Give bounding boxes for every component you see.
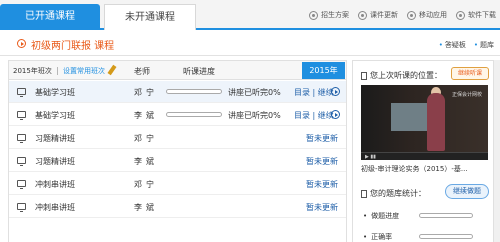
monitor-icon — [17, 134, 26, 143]
set-common-class-link[interactable]: 设置常用班次 — [63, 66, 105, 76]
continue-listening-button[interactable]: 继续听课 — [451, 67, 489, 80]
year-tag[interactable]: 2015年 — [302, 62, 345, 79]
right-panel: 您上次听课的位置： 继续听课 正保会计网校 ▶ ▮▮ 初级-审计理论实务（201… — [352, 60, 494, 242]
teacher-name: 邓宁 — [134, 88, 158, 97]
course-links: • 答疑板 • 题库 — [439, 40, 494, 50]
status-not-updated: 暂未更新 — [306, 203, 338, 212]
teacher-name: 邓宁 — [134, 180, 158, 189]
pencil-icon[interactable] — [107, 64, 117, 76]
col-progress: 听课进度 — [183, 67, 215, 76]
table-row[interactable]: 冲刺串讲班 邓宁 暂未更新 — [9, 173, 346, 195]
top-link-mobile[interactable]: 移动应用 — [407, 10, 447, 20]
col-class: 2015年班次 — [13, 67, 52, 75]
class-name: 冲刺串讲班 — [35, 203, 75, 212]
document-icon — [361, 71, 367, 80]
monitor-icon — [17, 88, 26, 97]
top-link-update[interactable]: 课件更新 — [358, 10, 398, 20]
monitor-icon — [17, 180, 26, 189]
teacher-name: 李斌 — [134, 111, 158, 120]
top-tab-bar: 已开通课程 未开通课程 招生方案 课件更新 移动应用 软件下载 — [0, 0, 500, 30]
table-row[interactable]: 冲刺串讲班 李斌 暂未更新 — [9, 196, 346, 218]
arrow-circle-icon — [17, 39, 26, 48]
teacher-name: 李斌 — [134, 203, 158, 212]
table-row[interactable]: 习题精讲班 邓宁 暂未更新 — [9, 127, 346, 149]
download-icon — [456, 10, 465, 20]
class-table: 2015年班次 | 设置常用班次 老师 听课进度 2015年 基础学习班 邓宁 … — [8, 60, 347, 242]
enroll-icon — [309, 10, 318, 20]
course-title: 初级两门联报 课程 — [31, 41, 115, 52]
stat-progress-bar — [419, 213, 473, 218]
catalog-link[interactable]: 目录 — [294, 111, 310, 120]
stat-accuracy-bar — [419, 234, 473, 239]
course-header: 初级两门联报 课程 • 答疑板 • 题库 — [0, 32, 500, 56]
status-not-updated: 暂未更新 — [306, 180, 338, 189]
last-position: 您上次听课的位置： — [361, 70, 442, 81]
document-icon — [361, 189, 367, 198]
progress-bar — [166, 89, 222, 94]
table-header: 2015年班次 | 设置常用班次 老师 听课进度 2015年 — [9, 61, 346, 80]
play-icon[interactable] — [331, 110, 340, 119]
table-row[interactable]: 习题精讲班 李斌 暂未更新 — [9, 150, 346, 172]
progress-text: 讲座已听完0% — [228, 111, 281, 120]
update-icon — [358, 10, 367, 20]
monitor-icon — [17, 157, 26, 166]
row-links: 目录 | 继续 — [294, 88, 334, 97]
teacher-name: 李斌 — [134, 157, 158, 166]
lecturer-image — [427, 93, 445, 151]
qa-board-link[interactable]: • 答疑板 — [439, 40, 466, 50]
stats-label: 您的题库统计： — [361, 188, 426, 199]
progress-bar — [166, 112, 222, 117]
class-name: 习题精讲班 — [35, 157, 75, 166]
row-links: 目录 | 继续 — [294, 111, 334, 120]
teacher-name: 邓宁 — [134, 134, 158, 143]
status-not-updated: 暂未更新 — [306, 134, 338, 143]
video-controls[interactable]: ▶ ▮▮ — [361, 152, 488, 160]
video-thumbnail[interactable]: 正保会计网校 ▶ ▮▮ — [361, 85, 488, 160]
blackboard-image — [391, 103, 431, 131]
mobile-icon — [407, 10, 416, 20]
table-row[interactable]: 基础学习班 邓宁 讲座已听完0% 目录 | 继续 — [9, 81, 346, 103]
top-links: 招生方案 课件更新 移动应用 软件下载 — [309, 10, 496, 20]
play-icon[interactable] — [331, 87, 340, 96]
monitor-icon — [17, 111, 26, 120]
class-name: 习题精讲班 — [35, 134, 75, 143]
top-link-download[interactable]: 软件下载 — [456, 10, 496, 20]
question-bank-link[interactable]: • 题库 — [474, 40, 494, 50]
tab-unopened-courses[interactable]: 未开通课程 — [104, 4, 196, 30]
video-caption[interactable]: 初级-审计理论实务（2015）-基... — [361, 164, 468, 174]
col-teacher: 老师 — [134, 67, 150, 76]
progress-text: 讲座已听完0% — [228, 88, 281, 97]
continue-exercise-button[interactable]: 继续做题 — [445, 184, 489, 199]
class-name: 冲刺串讲班 — [35, 180, 75, 189]
stat-accuracy: • 正确率 — [363, 233, 393, 241]
monitor-icon — [17, 203, 26, 212]
stat-progress: • 做题进度 — [363, 212, 400, 220]
table-row[interactable]: 基础学习班 李斌 讲座已听完0% 目录 | 继续 — [9, 104, 346, 126]
class-name: 基础学习班 — [35, 111, 75, 120]
status-not-updated: 暂未更新 — [306, 157, 338, 166]
video-logo: 正保会计网校 — [451, 92, 482, 98]
top-link-enroll[interactable]: 招生方案 — [309, 10, 349, 20]
class-name: 基础学习班 — [35, 88, 75, 97]
scrollbar[interactable] — [494, 60, 500, 242]
tab-opened-courses[interactable]: 已开通课程 — [0, 4, 100, 30]
catalog-link[interactable]: 目录 — [294, 88, 310, 97]
